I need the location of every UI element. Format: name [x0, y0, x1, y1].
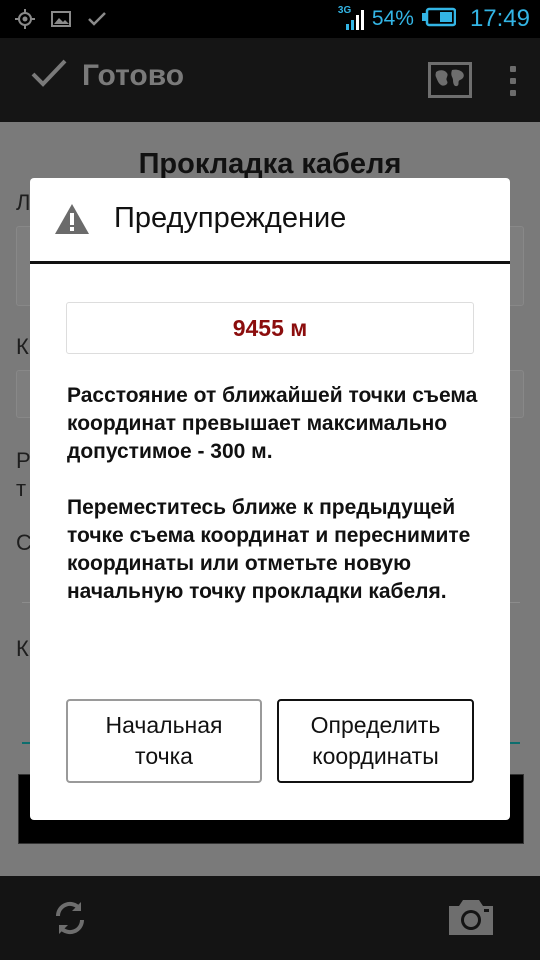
status-bar: 3G 54% 17:49 [0, 0, 540, 38]
check-icon [86, 8, 108, 30]
form-label-3: Р [16, 448, 31, 473]
battery-percent: 54% [371, 7, 414, 30]
camera-icon[interactable] [446, 896, 496, 938]
form-label-3b: т [16, 476, 27, 501]
done-label: Готово [82, 58, 185, 92]
determine-coordinates-button[interactable]: Определить координаты [277, 699, 474, 783]
dialog-title: Предупреждение [114, 202, 347, 234]
start-point-button[interactable]: Начальная точка [66, 699, 262, 783]
warning-icon [54, 202, 90, 236]
overflow-menu-icon[interactable] [506, 66, 520, 96]
status-right: 3G 54% 17:49 [338, 4, 530, 34]
form-label-2: К [16, 334, 29, 359]
signal-icon: 3G [338, 5, 364, 32]
message-paragraph-1: Расстояние от ближайшей точки съема коор… [67, 384, 478, 463]
done-button[interactable]: Готово [30, 58, 184, 93]
clock: 17:49 [469, 5, 530, 32]
form-label-1: Л [16, 190, 31, 215]
form-title: Прокладка кабеля [138, 148, 402, 180]
dialog-header: Предупреждение [30, 178, 510, 264]
battery-icon [421, 7, 457, 32]
check-icon [30, 58, 68, 93]
form-label-5: К [16, 636, 29, 661]
notification-icons [14, 8, 108, 30]
gps-icon [14, 8, 36, 30]
dialog-message: Расстояние от ближайшей точки съема коор… [67, 382, 487, 606]
image-icon [50, 8, 72, 30]
action-bar: Готово [0, 38, 540, 122]
message-paragraph-2: Переместитесь ближе к предыдущей точке с… [67, 496, 471, 603]
sync-icon[interactable] [50, 898, 90, 938]
bottom-bar [0, 876, 540, 960]
world-map-icon[interactable] [428, 62, 472, 98]
distance-value: 9455 м [66, 302, 474, 354]
warning-dialog: Предупреждение 9455 м Расстояние от ближ… [30, 178, 510, 820]
